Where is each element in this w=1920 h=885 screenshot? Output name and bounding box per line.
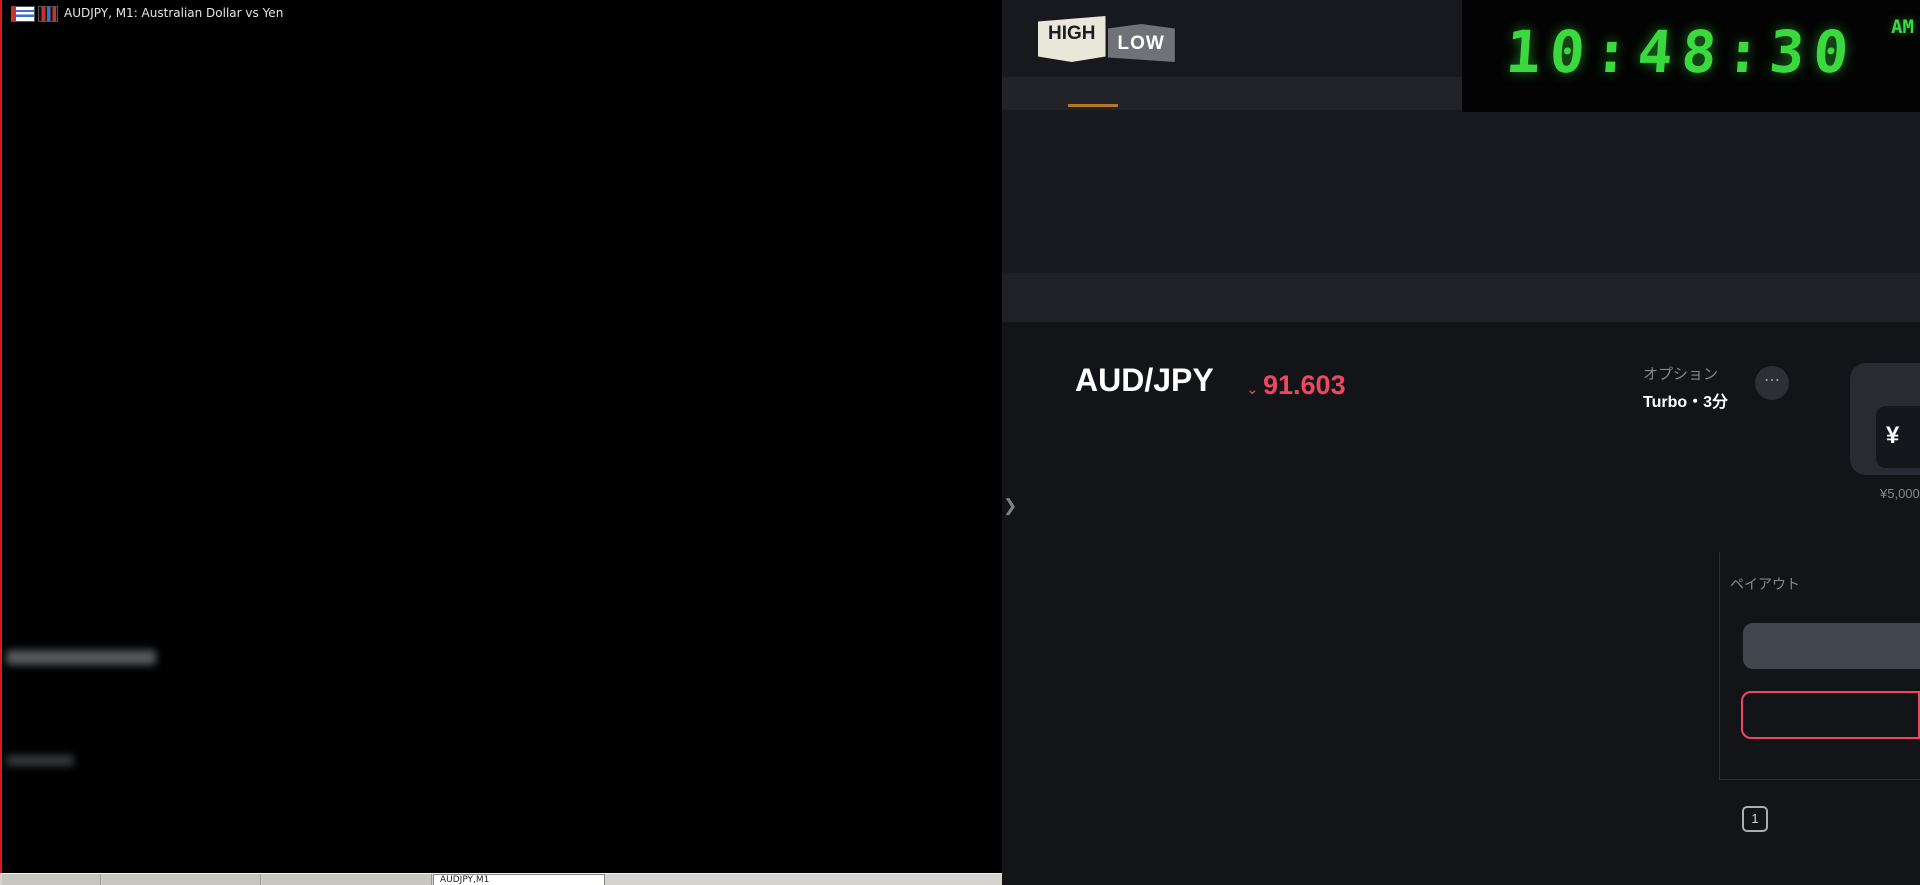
payout-box — [1743, 623, 1920, 669]
digital-clock: 10:48:30 AM — [1462, 0, 1920, 112]
mt4-taskbar-tab[interactable] — [2, 874, 101, 885]
currency-symbol: ¥ — [1886, 422, 1900, 449]
highlow-logo: HIGH LOW — [1038, 16, 1175, 62]
price-chart-area[interactable] — [1060, 430, 1720, 870]
chart-tabs — [1002, 273, 1920, 322]
mt4-taskbar-tab-active[interactable]: AUDJPY,M1 — [433, 874, 605, 885]
trade-action-button[interactable] — [1741, 691, 1920, 739]
active-nav-underline — [1068, 104, 1118, 107]
current-price: 91.603 — [1263, 370, 1346, 400]
expand-drawer-icon[interactable]: ❯ — [1003, 492, 1023, 520]
option-label: オプション — [1643, 366, 1719, 383]
mt4-taskbar-tab[interactable] — [262, 874, 432, 885]
open-trades-count[interactable]: 1 — [1742, 806, 1768, 832]
redacted-indicator-label — [6, 755, 74, 766]
clock-ampm: AM — [1891, 16, 1914, 38]
mt4-chart-area[interactable] — [0, 0, 938, 646]
logo-low: LOW — [1107, 24, 1175, 62]
mt4-taskbar-tab[interactable] — [102, 874, 261, 885]
price-down-caret-icon: ⌄ — [1246, 381, 1259, 398]
option-value: Turbo・3分 — [1643, 394, 1729, 411]
trade-panel-divider — [1719, 779, 1920, 780]
redacted-indicator-label — [6, 650, 156, 665]
mt4-taskbar: AUDJPY,M1 — [0, 873, 1002, 885]
clock-time: 10:48:30 — [1503, 18, 1860, 86]
logo-high: HIGH — [1038, 16, 1106, 62]
pair-title: AUD/JPY — [1075, 362, 1214, 398]
payout-label: ペイアウト — [1730, 576, 1800, 592]
quick-amount-button[interactable]: ¥5,000 — [1880, 486, 1920, 501]
screen: AUDJPY, M1: Australian Dollar vs Yen AUD… — [0, 0, 1920, 885]
more-options-button[interactable]: ⋯ — [1755, 366, 1789, 400]
